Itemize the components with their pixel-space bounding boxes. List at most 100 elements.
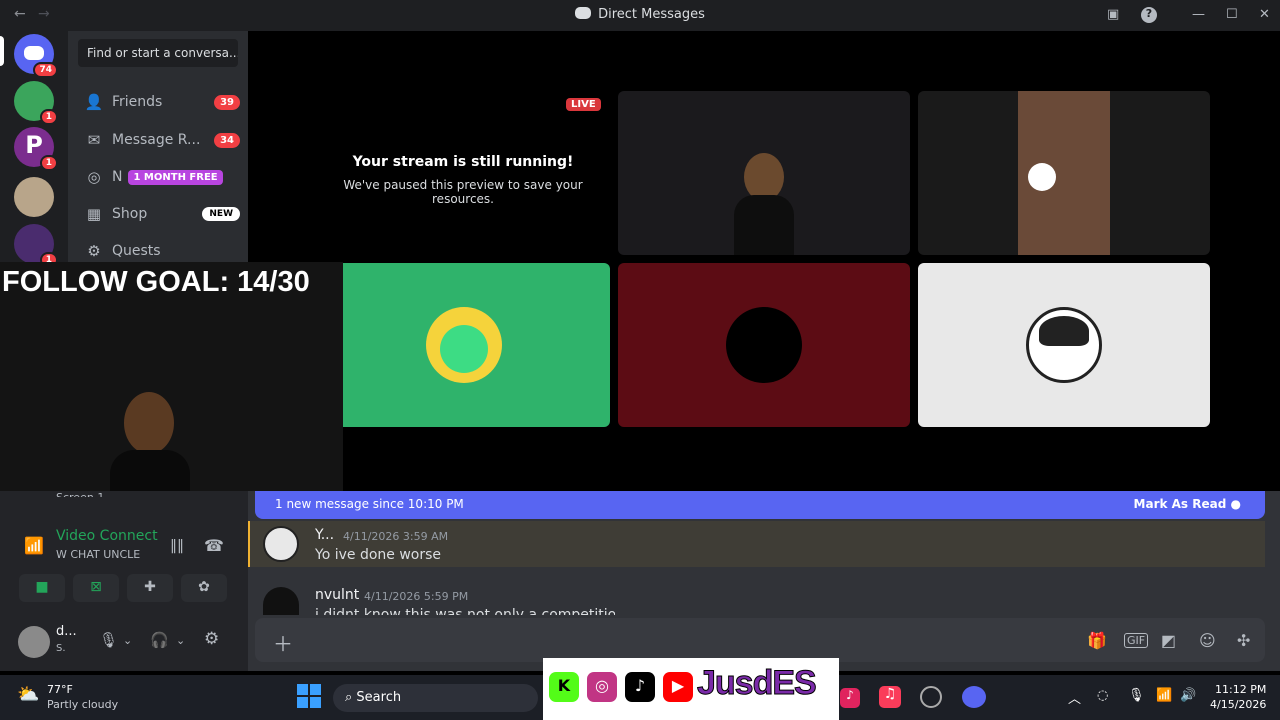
screen-share-button[interactable]: ⊠ <box>73 574 119 602</box>
sidebar-item-label: Shop <box>112 206 148 222</box>
friends-icon: 👤 <box>84 93 104 111</box>
find-conversation-input[interactable]: Find or start a conversa... <box>78 39 238 67</box>
minimize-icon[interactable]: — <box>1192 7 1205 22</box>
close-icon[interactable]: ✕ <box>1259 7 1270 22</box>
brand-name: JusdES <box>697 664 818 703</box>
avatar-hair <box>1039 316 1089 346</box>
sidebar-item-shop[interactable]: ▦ Shop NEW <box>76 197 240 231</box>
tray-icon[interactable]: ◌ <box>1097 688 1108 703</box>
gear-icon[interactable]: ⚙ <box>204 629 219 649</box>
plus-icon[interactable]: ＋ <box>273 628 293 657</box>
stream-paused-subtitle: We've paused this preview to save your r… <box>343 178 583 206</box>
video-tile-room[interactable] <box>918 91 1210 255</box>
sticker-icon[interactable]: ◩ <box>1161 631 1176 650</box>
envelope-icon: ✉ <box>87 131 101 149</box>
live-badge: LIVE <box>566 98 601 111</box>
instagram-icon: ◎ <box>587 672 617 702</box>
taskbar-search[interactable]: ⌕ Search <box>333 684 538 712</box>
disconnect-icon[interactable]: ☎ <box>204 536 224 555</box>
message-input[interactable] <box>255 618 1265 662</box>
user-panel: d... S. 🎙 ⌄ 🎧 ⌄ ⚙ <box>0 614 248 671</box>
sidebar-item-friends[interactable]: 👤 Friends 39 <box>76 85 240 119</box>
title-bar: ← → Direct Messages ▣ ? — ☐ ✕ <box>0 0 1280 31</box>
discord-logo-icon <box>575 7 592 19</box>
message-timestamp: 4/11/2026 5:59 PM <box>364 590 469 603</box>
soundboard-button[interactable]: ✿ <box>181 574 227 602</box>
sidebar-item-message-requests[interactable]: ✉ Message R... 34 <box>76 123 240 157</box>
weather-icon: ⛅ <box>17 684 40 705</box>
participant-face <box>744 153 784 201</box>
streamer-face <box>124 392 174 454</box>
apps-icon[interactable]: ✣ <box>1237 631 1250 650</box>
video-tile-green[interactable] <box>318 263 610 427</box>
avatar[interactable] <box>263 526 299 562</box>
volume-icon[interactable]: 🔊 <box>1180 688 1196 703</box>
stream-paused-title: Your stream is still running! <box>352 154 574 170</box>
server-icon-3[interactable]: P1 <box>14 127 58 171</box>
window-title: Direct Messages <box>0 7 1280 22</box>
bubble-icon: ● <box>1230 497 1241 511</box>
home-server-button[interactable]: 74 <box>14 34 58 78</box>
video-tile-nvulnt[interactable] <box>618 263 910 427</box>
message-author[interactable]: Y... <box>315 527 334 543</box>
noise-suppression-icon[interactable]: ‖‖ <box>170 538 184 554</box>
maximize-icon[interactable]: ☐ <box>1226 7 1238 22</box>
follow-goal-text: FOLLOW GOAL: 14/30 <box>2 266 310 298</box>
message-author[interactable]: nvulnt <box>315 587 359 603</box>
microphone-tray-icon[interactable]: 🎙 <box>1128 688 1145 703</box>
mark-as-read-button[interactable]: Mark As Read ● <box>1134 497 1241 511</box>
message-text: Yo ive done worse <box>315 547 442 563</box>
light-glare <box>1028 163 1056 191</box>
server-icon-2[interactable]: 1 <box>14 81 58 125</box>
gift-icon[interactable]: 🎁 <box>1087 631 1107 650</box>
activities-button[interactable]: ✚ <box>127 574 173 602</box>
sidebar-item-label: Friends <box>112 94 163 110</box>
weather-desc: Partly cloudy <box>47 698 119 711</box>
new-messages-banner[interactable]: 1 new message since 10:10 PM Mark As Rea… <box>255 491 1265 519</box>
inbox-icon[interactable]: ▣ <box>1107 7 1119 22</box>
soundboard-icon: ✿ <box>198 579 210 595</box>
quests-icon: ⚙ <box>87 242 101 260</box>
clock-date[interactable]: 4/15/2026 <box>1210 698 1266 711</box>
chevron-up-icon[interactable]: ︿ <box>1068 688 1081 707</box>
participant-avatar <box>726 307 802 383</box>
headphones-icon[interactable]: 🎧 <box>150 631 169 649</box>
server-badge: 74 <box>33 62 58 78</box>
wifi-icon[interactable]: 📶 <box>1156 688 1172 703</box>
server-icon-4[interactable] <box>14 177 54 217</box>
chevron-down-icon[interactable]: ⌄ <box>176 634 185 647</box>
windows-start-icon[interactable] <box>297 684 321 708</box>
clock-time[interactable]: 11:12 PM <box>1215 683 1266 696</box>
camera-button[interactable]: ■ <box>19 574 65 602</box>
friends-count-badge: 39 <box>214 94 240 110</box>
youtube-icon: ▶ <box>663 672 693 702</box>
requests-count-badge: 34 <box>214 132 240 148</box>
tiktok-icon: ♪ <box>625 672 655 702</box>
signal-icon: 📶 <box>24 536 44 555</box>
nitro-promo-badge: 1 MONTH FREE <box>128 169 223 185</box>
video-tile-webcam[interactable] <box>618 91 910 255</box>
server-icon-5[interactable]: 1 <box>14 224 58 268</box>
server-badge: 1 <box>39 155 58 171</box>
discord-app-icon[interactable] <box>962 686 986 708</box>
video-tile-light[interactable] <box>918 263 1210 427</box>
sidebar-item-label: Message R... <box>112 132 201 148</box>
help-icon[interactable]: ? <box>1141 7 1157 23</box>
avatar[interactable] <box>263 587 299 615</box>
music-app-icon[interactable]: ♫ <box>879 686 901 708</box>
avatar-character <box>440 325 488 373</box>
activities-icon: ✚ <box>144 579 156 595</box>
gif-icon[interactable]: GIF <box>1124 633 1149 648</box>
streamer-body <box>110 450 190 494</box>
avatar[interactable] <box>18 626 50 658</box>
weather-temp[interactable]: 77°F <box>47 683 73 696</box>
chevron-down-icon[interactable]: ⌄ <box>123 634 132 647</box>
tiktok-app-icon[interactable]: ♪ <box>840 688 860 708</box>
sidebar-item-nitro[interactable]: ◎ N 1 MONTH FREE <box>76 160 240 194</box>
obs-app-icon[interactable] <box>920 686 942 708</box>
participant-avatar <box>426 307 502 383</box>
new-badge: NEW <box>202 207 240 221</box>
emoji-icon[interactable]: ☺ <box>1199 631 1216 650</box>
microphone-icon[interactable]: 🎙 <box>99 631 118 649</box>
search-icon: ⌕ <box>345 690 353 705</box>
